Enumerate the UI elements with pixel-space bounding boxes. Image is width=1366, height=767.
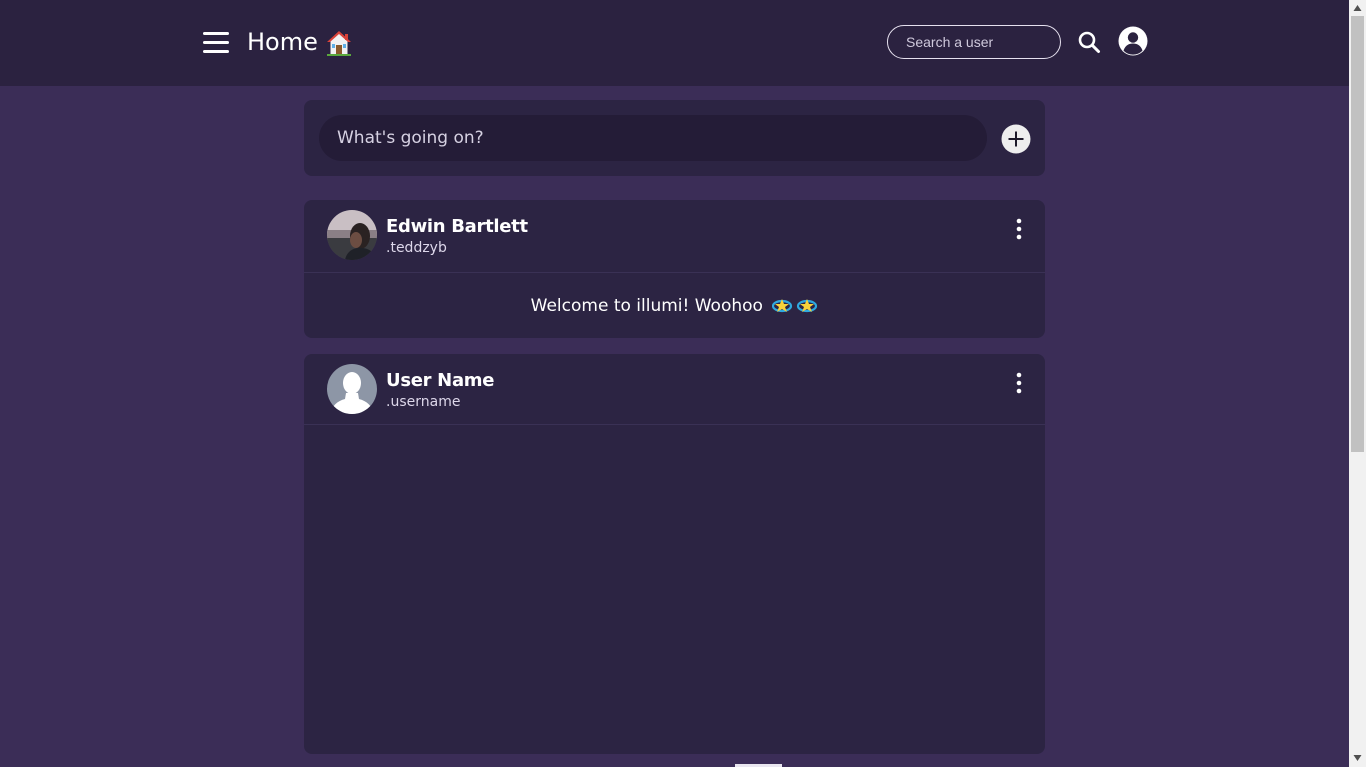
hamburger-menu-icon[interactable]	[203, 31, 229, 53]
user-circle-icon[interactable]	[1118, 26, 1148, 56]
user-search-input[interactable]	[887, 25, 1061, 59]
top-header: Home	[0, 0, 1349, 86]
menu-line	[203, 32, 229, 35]
default-avatar-icon[interactable]	[327, 364, 377, 414]
post-composer	[304, 100, 1045, 176]
author-name[interactable]: User Name	[386, 370, 494, 391]
viewport: Home Search a user What's going on? Edwi…	[0, 0, 1366, 767]
vertical-scrollbar[interactable]	[1349, 0, 1366, 767]
house-emoji-icon	[326, 30, 352, 56]
author-handle[interactable]: .username	[386, 394, 460, 410]
scroll-up-arrow-icon[interactable]	[1353, 4, 1362, 12]
author-name[interactable]: Edwin Bartlett	[386, 216, 528, 237]
scroll-down-arrow-icon[interactable]	[1353, 754, 1362, 762]
menu-line	[203, 41, 229, 44]
post-card: Edwin Bartlett .teddzyb Welcome to illum…	[304, 200, 1045, 338]
post-header: Edwin Bartlett .teddzyb	[304, 200, 1045, 273]
menu-line	[203, 50, 229, 53]
author-handle[interactable]: .teddzyb	[386, 240, 447, 256]
post-text: Welcome to illumi! Woohoo	[530, 296, 763, 316]
sparkle-ring-emoji	[772, 299, 818, 313]
page-title: Home	[247, 28, 318, 56]
page: Home Search a user What's going on? Edwi…	[0, 0, 1349, 767]
more-options-icon[interactable]	[1008, 218, 1030, 240]
plus-circle-icon[interactable]	[1001, 124, 1031, 154]
search-icon[interactable]	[1077, 30, 1101, 54]
post-body: Welcome to illumi! Woohoo	[304, 273, 1045, 337]
post-header: User Name .username	[304, 354, 1045, 425]
new-post-input[interactable]	[319, 115, 987, 161]
post-text-line: Welcome to illumi! Woohoo	[304, 296, 1045, 316]
post-card: User Name .username	[304, 354, 1045, 754]
author-avatar[interactable]	[327, 210, 377, 260]
more-options-icon[interactable]	[1008, 372, 1030, 394]
scrollbar-thumb[interactable]	[1351, 16, 1364, 452]
